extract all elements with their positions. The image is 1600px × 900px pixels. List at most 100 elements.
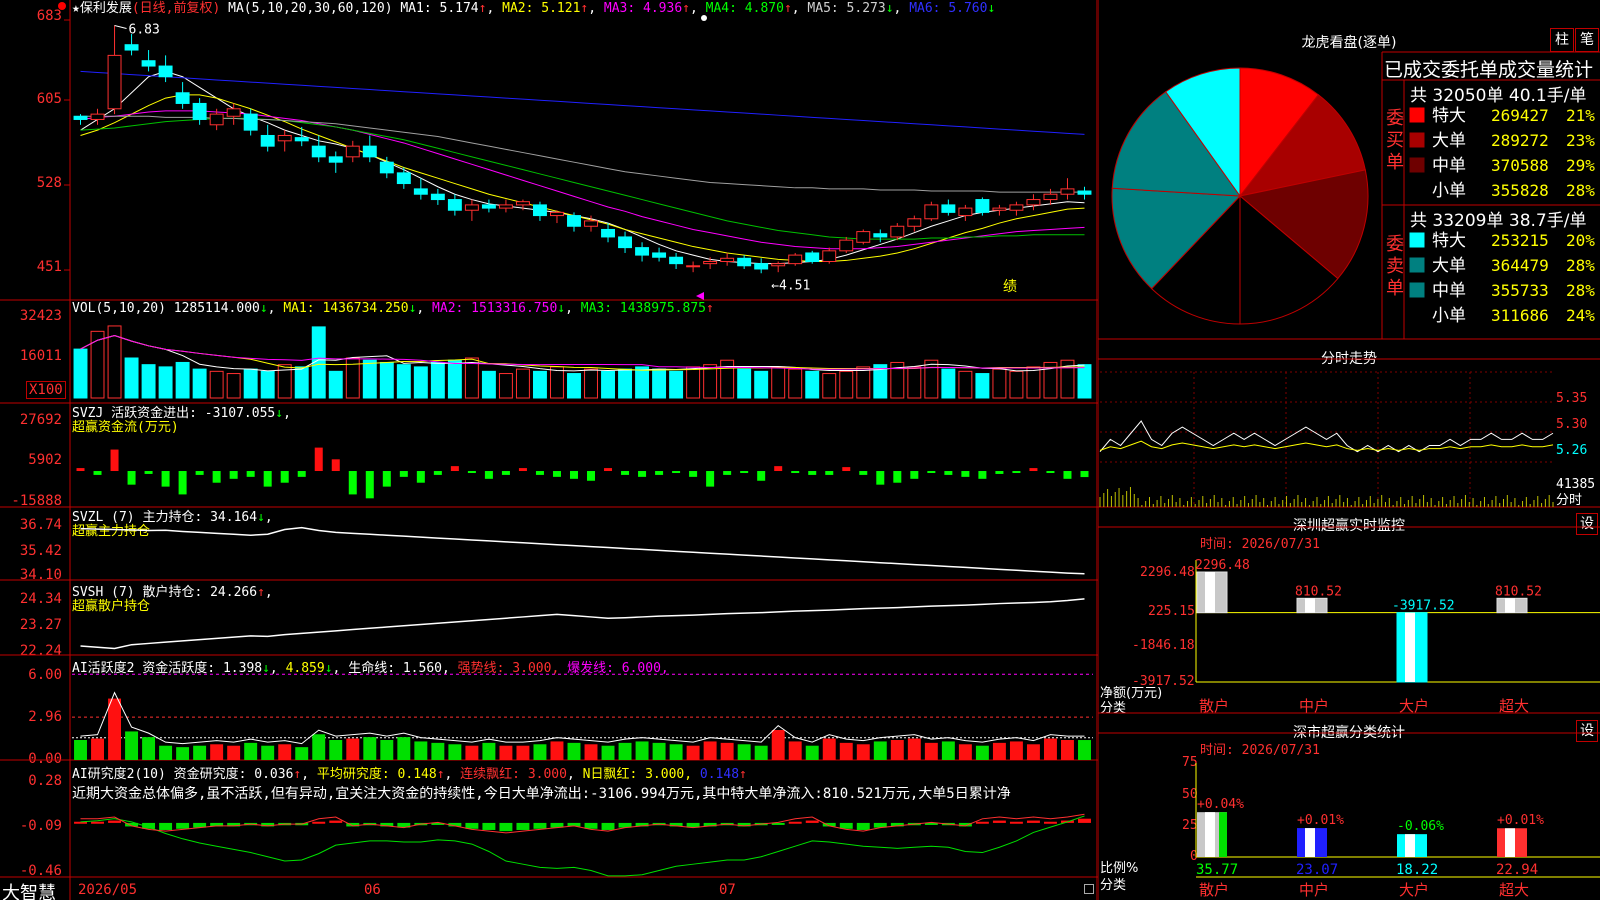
candle-body bbox=[890, 225, 905, 238]
research-bar bbox=[244, 822, 258, 826]
ma4-value: MA4: 4.870 bbox=[705, 1, 784, 16]
svzj-axis-label: 5902 bbox=[28, 452, 62, 468]
research-bar bbox=[397, 822, 411, 828]
activity-bar bbox=[363, 737, 377, 760]
svzl-axis-label: 36.74 bbox=[19, 517, 62, 533]
candle-body bbox=[209, 113, 224, 126]
activity-bar bbox=[839, 742, 853, 760]
activity-bar bbox=[142, 737, 156, 760]
pie-slice bbox=[1239, 67, 1320, 198]
ai1-axis-label: 2.96 bbox=[28, 709, 62, 725]
lock-icon[interactable] bbox=[1084, 884, 1094, 894]
svsh-label: SVSH (7) 散户持仓: 24.266 bbox=[72, 585, 258, 600]
research-bar bbox=[533, 822, 547, 829]
research-bar bbox=[1078, 818, 1091, 823]
svzj-header: SVZJ 活跃资金进出: -3107.055↓, bbox=[72, 406, 291, 421]
pie-slice bbox=[1238, 169, 1369, 280]
activity-bar bbox=[295, 747, 309, 760]
stock-name[interactable]: 保利发展 bbox=[80, 1, 132, 16]
fund-flow-bar bbox=[1029, 468, 1038, 472]
candle-body bbox=[550, 211, 564, 217]
monitor-category: 超大 bbox=[1499, 697, 1529, 715]
fund-flow-bar bbox=[927, 471, 936, 474]
legend-swatch bbox=[1409, 157, 1425, 173]
svsh-axis-label: 24.34 bbox=[19, 591, 62, 607]
activity-bar bbox=[261, 745, 275, 760]
kline-indicator-svg[interactable]: 6.83 ←4.51 绩 bbox=[0, 0, 1098, 900]
volume-bar bbox=[141, 364, 156, 399]
activity-bar bbox=[499, 745, 513, 760]
class-category: 大户 bbox=[1399, 881, 1429, 899]
fund-flow-bar bbox=[518, 468, 527, 472]
fund-flow-bar bbox=[178, 471, 187, 495]
research-bar bbox=[1009, 821, 1023, 824]
monitor-axis-label: 2296.48 bbox=[1140, 565, 1195, 580]
activity-bar bbox=[74, 740, 87, 760]
vol-unit-badge[interactable]: X100 bbox=[26, 381, 66, 399]
volume-bar bbox=[396, 364, 411, 399]
activity-bar bbox=[567, 742, 581, 760]
pie-slice bbox=[1111, 91, 1242, 197]
activity-bar bbox=[737, 744, 751, 760]
right-panels-svg[interactable]: 特大 269427 21% 大单 289272 23% 中单 370588 29% 小单 35582… bbox=[1098, 0, 1600, 900]
price-axis-label: 683 bbox=[36, 8, 62, 24]
candle-body bbox=[992, 207, 1007, 211]
activity-bar bbox=[601, 745, 615, 760]
volume-bar bbox=[277, 364, 292, 399]
date-label: 07 bbox=[719, 882, 736, 898]
brand-logo[interactable]: 大智慧 bbox=[2, 879, 56, 900]
ma-line-ma3 bbox=[80, 110, 1085, 250]
row-percent: 23% bbox=[1566, 131, 1595, 150]
row-name: 小单 bbox=[1432, 306, 1466, 326]
fenshi-label: 分时 bbox=[1556, 493, 1583, 508]
volume-bar bbox=[924, 359, 939, 399]
volume-bar bbox=[107, 325, 122, 399]
period-label[interactable]: (日线,前复权) bbox=[132, 1, 220, 16]
ma6-value: MA6: 5.760 bbox=[909, 1, 988, 16]
activity-bar bbox=[1078, 740, 1091, 760]
performance-marker: 绩 bbox=[1003, 279, 1017, 295]
activity-bar bbox=[414, 741, 428, 760]
research-bar bbox=[584, 822, 598, 829]
pen-mode-button[interactable]: 笔 bbox=[1575, 28, 1599, 52]
monitor-bar bbox=[1296, 597, 1328, 614]
cursor-marker bbox=[696, 292, 704, 300]
research-bar bbox=[907, 822, 921, 826]
volume-bar bbox=[737, 368, 752, 399]
ma-line-ma1 bbox=[80, 70, 1085, 265]
star-icon[interactable]: ★ bbox=[72, 1, 80, 16]
price-axis-label: 528 bbox=[36, 175, 62, 191]
arrow-down-icon: ↓ bbox=[275, 406, 284, 421]
arrow-up-icon: ↑ bbox=[783, 1, 792, 16]
fund-flow-bar bbox=[263, 471, 272, 487]
volume-bar bbox=[192, 368, 207, 399]
main-chart-area[interactable]: ★保利发展(日线,前复权) MA(5,10,20,30,60,120) MA1:… bbox=[0, 0, 1098, 900]
monitor-settings-button[interactable]: 设 bbox=[1576, 513, 1598, 535]
volume-bar bbox=[975, 373, 990, 399]
candle-body bbox=[822, 250, 837, 263]
activity-bar bbox=[550, 741, 564, 760]
arrow-up-icon: ↑ bbox=[257, 585, 265, 600]
volume-bar bbox=[788, 368, 803, 399]
arrow-up-icon: ↑ bbox=[436, 767, 445, 782]
svsh-axis-label: 22.24 bbox=[19, 643, 62, 659]
research-bar bbox=[1061, 820, 1074, 823]
vol-header: VOL(5,10,20) 1285114.000↓, MA1: 1436734.… bbox=[72, 301, 714, 316]
activity-bar bbox=[856, 744, 870, 760]
research-bar bbox=[278, 822, 292, 826]
bar-mode-button[interactable]: 柱 bbox=[1550, 28, 1574, 52]
volume-bar bbox=[447, 359, 462, 399]
fenshi-avg-line bbox=[1099, 440, 1554, 451]
candle-body bbox=[788, 254, 803, 265]
row-volume: 355828 bbox=[1491, 181, 1549, 200]
research-bar bbox=[448, 822, 462, 827]
volume-bar bbox=[175, 361, 190, 399]
research-bar bbox=[193, 822, 207, 828]
fund-flow-bar bbox=[246, 471, 255, 477]
volume-bar bbox=[720, 359, 735, 399]
class-value-label: 18.22 bbox=[1396, 862, 1438, 878]
research-bar bbox=[771, 822, 785, 825]
svzj-label: SVZJ 活跃资金进出: -3107.055 bbox=[72, 406, 276, 421]
class-settings-button[interactable]: 设 bbox=[1576, 720, 1598, 742]
fund-flow-bar bbox=[587, 471, 596, 481]
